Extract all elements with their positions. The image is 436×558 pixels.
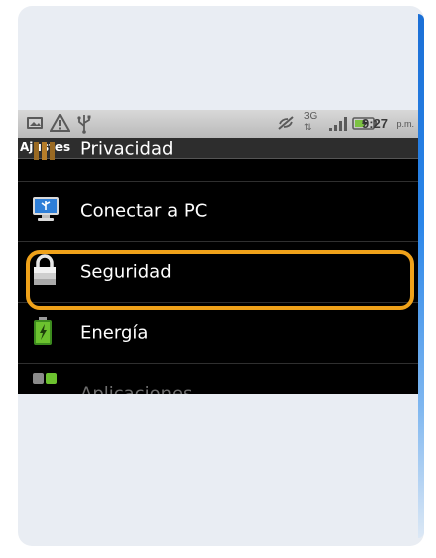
battery-icon	[32, 316, 54, 350]
card-accent-edge	[418, 14, 424, 538]
settings-item-label: Seguridad	[80, 261, 172, 283]
settings-item-label: Conectar a PC	[80, 200, 208, 222]
settings-item-security[interactable]: Seguridad	[18, 242, 418, 303]
privacy-icon	[32, 136, 58, 166]
settings-item-connect-pc[interactable]: Conectar a PC	[18, 181, 418, 242]
phone-screen: 3G⇅ 9:27 p.m. Ajustes Privacidad Conecta…	[18, 110, 418, 394]
settings-item-power[interactable]: Energía	[18, 303, 418, 364]
applications-icon	[32, 371, 58, 394]
settings-item-label: Privacidad	[80, 138, 174, 160]
settings-item-label: Energía	[80, 322, 149, 344]
padlock-icon	[32, 254, 58, 290]
settings-item-label: Aplicaciones	[80, 383, 193, 395]
pc-monitor-icon	[32, 196, 60, 226]
settings-item-applications[interactable]: Aplicaciones	[18, 364, 418, 394]
settings-item-privacy[interactable]: Privacidad	[18, 121, 418, 182]
